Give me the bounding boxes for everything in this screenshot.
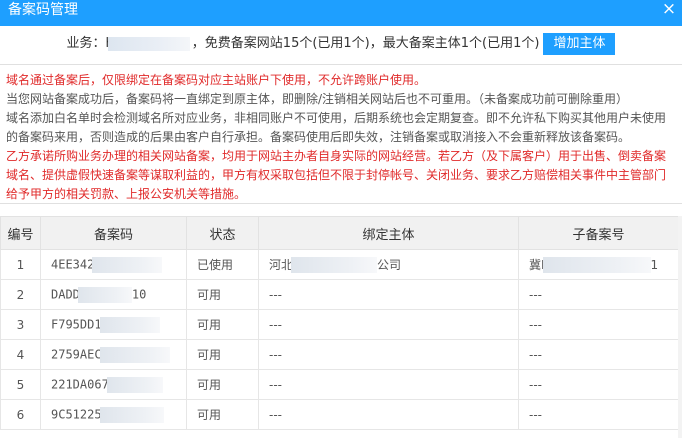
- row-number: 6: [0, 399, 41, 430]
- bound-subject-cell: 河北 公司: [258, 249, 519, 280]
- notice-line-4: 乙方承诺所购业务办理的相关网站备案，均用于网站主办者自身实际的网站经营。若乙方（…: [6, 149, 667, 201]
- redacted-mask: [291, 257, 378, 274]
- row-number: 4: [0, 339, 41, 370]
- dialog-titlebar: 备案码管理 ×: [0, 0, 682, 26]
- table-scrollbar[interactable]: [678, 216, 682, 438]
- quota-text: ，免费备案网站15个(已用1个)，最大备案主体1个(已用1个): [191, 36, 540, 51]
- sub-record-cell: ---: [518, 339, 679, 370]
- record-code-cell: DADD 10: [40, 279, 187, 310]
- row-number: 2: [0, 279, 41, 310]
- table-row: 3 F795DD1 可用 --- ---: [0, 309, 679, 340]
- add-subject-button[interactable]: 增加主体: [543, 32, 616, 55]
- redacted-mask: [99, 316, 160, 333]
- record-code: 9C51225: [51, 407, 102, 421]
- bound-subject-cell: ---: [258, 369, 519, 400]
- record-code: DADD: [51, 287, 80, 301]
- bound-subject-cell: ---: [258, 339, 519, 370]
- record-code-cell: 9C51225: [40, 399, 187, 430]
- record-code: 4EE342: [51, 257, 95, 271]
- sub-record-cell: ---: [518, 279, 679, 310]
- status-cell: 可用: [186, 399, 259, 430]
- header-number: 编号: [0, 216, 41, 250]
- close-icon[interactable]: ×: [660, 0, 678, 20]
- table-row: 1 4EE342 已使用 河北 公司 冀I 1: [0, 249, 679, 280]
- record-code-suffix: 10: [131, 287, 147, 301]
- notice-panel: 域名通过备案后，仅限绑定在备案码对应主站账户下使用，不允许跨账户使用。 当您网站…: [0, 64, 682, 204]
- header-record-code: 备案码: [40, 216, 187, 250]
- table-header-row: 编号 备案码 状态 绑定主体 子备案号: [0, 216, 679, 250]
- redacted-mask: [106, 376, 163, 393]
- record-code-table: 编号 备案码 状态 绑定主体 子备案号 1 4EE342 已使用 河北 公司 冀I…: [0, 216, 679, 430]
- record-code: 221DA067: [51, 377, 109, 391]
- table-row: 5 221DA067 可用 --- ---: [0, 369, 679, 400]
- subject-prefix: 河北: [269, 257, 294, 272]
- sub-record-cell: ---: [518, 309, 679, 340]
- table-row: 4 2759AEC 可用 --- ---: [0, 339, 679, 370]
- sub-record-cell: ---: [518, 369, 679, 400]
- redacted-mask: [107, 36, 190, 51]
- status-cell: 可用: [186, 279, 259, 310]
- notice-line-2: 当您网站备案成功后，备案码将一直绑定到原主体，即删除/注销相关网站后也不可重用。…: [6, 92, 629, 106]
- header-bound-subject: 绑定主体: [258, 216, 519, 250]
- sub-record-cell: ---: [518, 399, 679, 430]
- record-code-cell: 4EE342: [40, 249, 187, 280]
- record-code-cell: 221DA067: [40, 369, 187, 400]
- sub-record-cell: 冀I 1: [518, 249, 679, 280]
- redacted-mask: [99, 346, 170, 363]
- business-info-bar: 业务：h，免费备案网站15个(已用1个)，最大备案主体1个(已用1个)增加主体: [0, 26, 682, 62]
- bound-subject-cell: ---: [258, 309, 519, 340]
- table-row: 6 9C51225 可用 --- ---: [0, 399, 679, 430]
- record-code: F795DD1: [51, 317, 102, 331]
- status-cell: 可用: [186, 369, 259, 400]
- notice-line-3: 域名添加白名单时会检测域名所对应业务，非相同账户不可使用，后期系统也会定期复查。…: [6, 111, 667, 144]
- row-number: 1: [0, 249, 41, 280]
- status-cell: 可用: [186, 339, 259, 370]
- table-row: 2 DADD 10 可用 --- ---: [0, 279, 679, 310]
- notice-line-1: 域名通过备案后，仅限绑定在备案码对应主站账户下使用，不允许跨账户使用。: [6, 73, 427, 87]
- status-cell: 可用: [186, 309, 259, 340]
- row-number: 3: [0, 309, 41, 340]
- bound-subject-cell: ---: [258, 399, 519, 430]
- sub-suffix: 1: [650, 257, 659, 272]
- record-code-cell: 2759AEC: [40, 339, 187, 370]
- record-code-cell: F795DD1: [40, 309, 187, 340]
- redacted-mask: [99, 406, 164, 423]
- row-number: 5: [0, 369, 41, 400]
- redacted-mask: [542, 257, 651, 274]
- header-sub-record-no: 子备案号: [518, 216, 679, 250]
- dialog-title: 备案码管理: [8, 2, 78, 18]
- record-code: 2759AEC: [51, 347, 102, 361]
- bound-subject-cell: ---: [258, 279, 519, 310]
- subject-suffix: 公司: [377, 257, 402, 272]
- header-status: 状态: [186, 216, 259, 250]
- business-label: 业务：: [66, 36, 106, 51]
- redacted-mask: [92, 256, 163, 273]
- redacted-mask: [77, 286, 132, 303]
- status-cell: 已使用: [186, 249, 259, 280]
